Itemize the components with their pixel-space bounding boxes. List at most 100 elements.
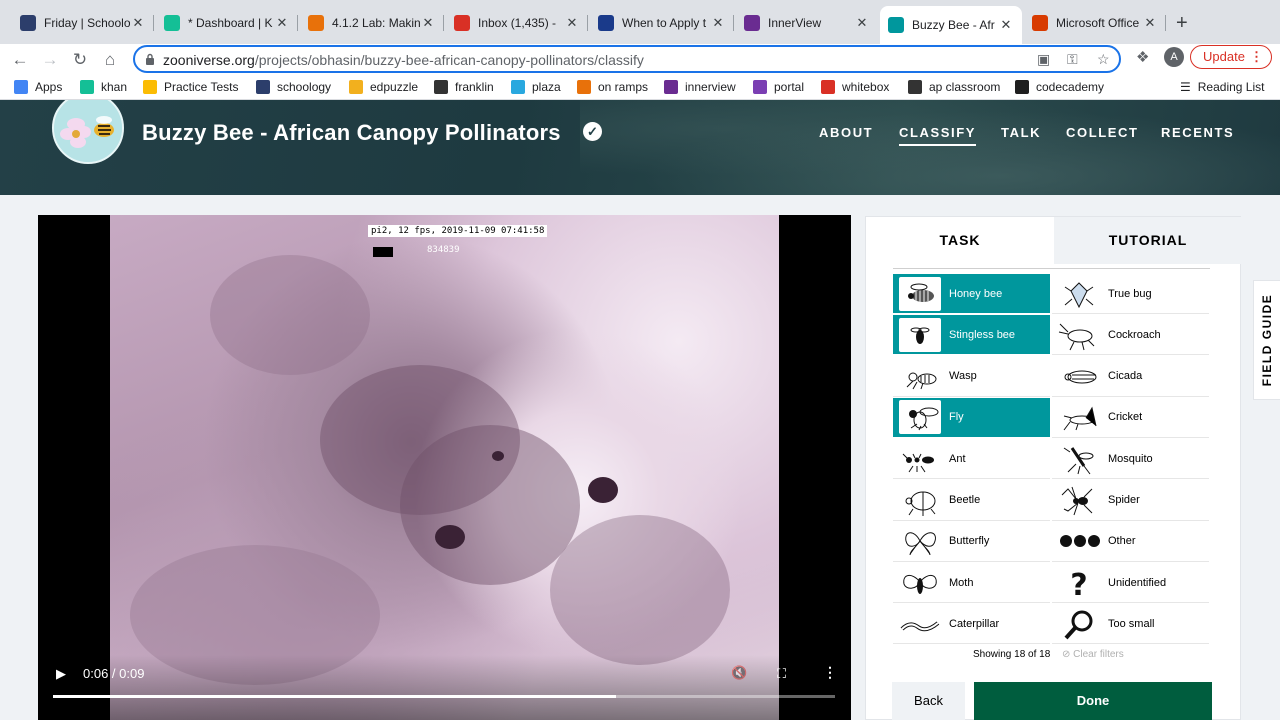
fullscreen-icon[interactable]: ⛶ xyxy=(777,666,786,682)
choice-butterfly[interactable]: Butterfly xyxy=(893,522,1050,562)
khan-icon xyxy=(80,80,94,94)
choice-true-bug[interactable]: True bug xyxy=(1052,274,1209,314)
extensions-puzzle-icon[interactable]: ❖ xyxy=(1136,48,1149,66)
mosquito-icon xyxy=(1058,442,1100,476)
video-more-options-icon[interactable]: ⋮ xyxy=(823,664,837,681)
bookmark-item[interactable]: Practice Tests xyxy=(143,80,238,94)
bookmark-item[interactable]: plaza xyxy=(511,80,561,94)
address-bar[interactable]: zooniverse.org/projects/obhasin/buzzy-be… xyxy=(133,45,1121,73)
nav-recents[interactable]: RECENTS xyxy=(1161,125,1234,140)
bookmark-item[interactable]: ap classroom xyxy=(908,80,1000,94)
close-tab-icon[interactable]: ✕ xyxy=(274,15,290,31)
bookmark-item[interactable]: portal xyxy=(753,80,804,94)
choice-caterpillar[interactable]: Caterpillar xyxy=(893,604,1050,645)
reading-list-icon: ☰ xyxy=(1180,80,1191,94)
choice-cockroach[interactable]: Cockroach xyxy=(1052,315,1209,356)
question-mark-icon: ? xyxy=(1058,566,1100,603)
nav-collect[interactable]: COLLECT xyxy=(1066,125,1139,140)
reading-list[interactable]: ☰ Reading List xyxy=(1180,80,1264,94)
choice-fly[interactable]: Fly xyxy=(893,397,1050,438)
nav-talk[interactable]: TALK xyxy=(1001,125,1041,140)
new-tab-button[interactable]: + xyxy=(1176,12,1188,35)
bookmark-item[interactable]: on ramps xyxy=(577,80,648,94)
verified-check-icon: ✓ xyxy=(583,122,602,141)
browser-tab[interactable]: Friday | Schoolo ✕ xyxy=(12,8,154,38)
bookmark-star-icon[interactable]: ☆ xyxy=(1097,51,1110,68)
choice-label: Ant xyxy=(949,452,966,465)
header-background-leaves xyxy=(580,100,1280,195)
choice-honey-bee[interactable]: Honey bee xyxy=(893,274,1050,314)
usnews-icon xyxy=(598,15,614,31)
play-icon[interactable]: ▶ xyxy=(56,666,66,682)
close-tab-icon[interactable]: ✕ xyxy=(420,15,436,31)
choice-moth[interactable]: Moth xyxy=(893,563,1050,604)
done-button[interactable]: Done xyxy=(974,682,1212,720)
project-title[interactable]: Buzzy Bee - African Canopy Pollinators xyxy=(142,120,561,146)
bookmark-label: edpuzzle xyxy=(370,80,419,94)
close-tab-icon[interactable]: ✕ xyxy=(1142,15,1158,31)
volume-muted-icon[interactable]: 🔇 xyxy=(731,665,747,681)
bookmark-item[interactable]: Apps xyxy=(14,80,62,94)
browser-tab[interactable]: 4.1.2 Lab: Makin ✕ xyxy=(300,8,444,38)
bookmark-item[interactable]: codecademy xyxy=(1015,80,1104,94)
choice-spider[interactable]: Spider xyxy=(1052,481,1209,521)
bookmark-item[interactable]: franklin xyxy=(434,80,494,94)
close-tab-icon[interactable]: ✕ xyxy=(130,15,146,31)
bookmark-label: Apps xyxy=(35,80,63,94)
bookmark-item[interactable]: khan xyxy=(80,80,127,94)
key-icon[interactable]: ⚿ xyxy=(1067,51,1078,68)
field-guide-tab[interactable]: FIELD GUIDE xyxy=(1253,280,1280,400)
choice-mosquito[interactable]: Mosquito xyxy=(1052,439,1209,480)
bookmark-item[interactable]: edpuzzle xyxy=(349,80,418,94)
choice-wasp[interactable]: Wasp xyxy=(893,357,1050,397)
clear-filters-link[interactable]: ⊘ Clear filters xyxy=(1062,649,1124,660)
bookmark-item[interactable]: whitebox xyxy=(821,80,889,94)
close-tab-icon[interactable]: ✕ xyxy=(564,15,580,31)
bookmark-label: innerview xyxy=(685,80,736,94)
back-arrow-icon[interactable]: ← xyxy=(8,48,32,72)
bookmark-item[interactable]: schoology xyxy=(256,80,331,94)
close-tab-icon[interactable]: ✕ xyxy=(998,17,1014,33)
browser-tab[interactable]: Buzzy Bee - Afr ✕ xyxy=(880,6,1022,44)
choice-too-small[interactable]: Too small xyxy=(1052,604,1209,645)
profile-avatar[interactable]: A xyxy=(1164,47,1184,67)
tab-task[interactable]: TASK xyxy=(866,217,1054,264)
tab-tutorial[interactable]: TUTORIAL xyxy=(1054,217,1242,264)
browser-tab[interactable]: Inbox (1,435) - ✕ xyxy=(446,8,588,38)
beetle-icon xyxy=(899,483,941,517)
browser-tab[interactable]: When to Apply t ✕ xyxy=(590,8,734,38)
close-tab-icon[interactable]: ✕ xyxy=(710,15,726,31)
subject-video-player[interactable]: pi2, 12 fps, 2019-11-09 07:41:58 834839 … xyxy=(38,215,851,720)
clear-filters-label: Clear filters xyxy=(1073,649,1124,660)
three-dots-icon xyxy=(1058,524,1100,558)
forward-arrow-icon[interactable]: → xyxy=(38,48,62,72)
choice-cricket[interactable]: Cricket xyxy=(1052,398,1209,438)
qr-code-icon[interactable]: ▣ xyxy=(1037,51,1050,68)
reload-icon[interactable]: ↻ xyxy=(68,48,92,72)
choice-cicada[interactable]: Cicada xyxy=(1052,357,1209,397)
cicada-icon xyxy=(1058,359,1100,393)
back-button[interactable]: Back xyxy=(892,682,965,720)
nav-about[interactable]: ABOUT xyxy=(819,125,873,140)
video-progress-track[interactable] xyxy=(53,695,835,698)
browser-tab[interactable]: * Dashboard | K ✕ xyxy=(156,8,298,38)
browser-tab[interactable]: Microsoft Office ✕ xyxy=(1024,8,1166,38)
update-button[interactable]: Update ⋮ xyxy=(1190,45,1272,69)
browser-tab[interactable]: InnerView ✕ xyxy=(736,8,878,38)
choice-label: True bug xyxy=(1108,287,1152,300)
choice-ant[interactable]: Ant xyxy=(893,439,1050,480)
lock-icon xyxy=(146,53,154,65)
bookmark-label: codecademy xyxy=(1036,80,1105,94)
bookmark-item[interactable]: innerview xyxy=(664,80,736,94)
nav-classify[interactable]: CLASSIFY xyxy=(899,125,977,146)
caterpillar-icon xyxy=(899,607,941,641)
choice-unidentified[interactable]: ? Unidentified xyxy=(1052,563,1209,604)
bookmark-label: khan xyxy=(101,80,128,94)
close-tab-icon[interactable]: ✕ xyxy=(854,15,870,31)
choice-stingless-bee[interactable]: Stingless bee xyxy=(893,315,1050,356)
choice-other[interactable]: Other xyxy=(1052,522,1209,562)
tab-separator xyxy=(733,15,734,31)
choice-beetle[interactable]: Beetle xyxy=(893,481,1050,521)
home-icon[interactable]: ⌂ xyxy=(98,48,122,72)
project-logo[interactable] xyxy=(52,100,124,164)
